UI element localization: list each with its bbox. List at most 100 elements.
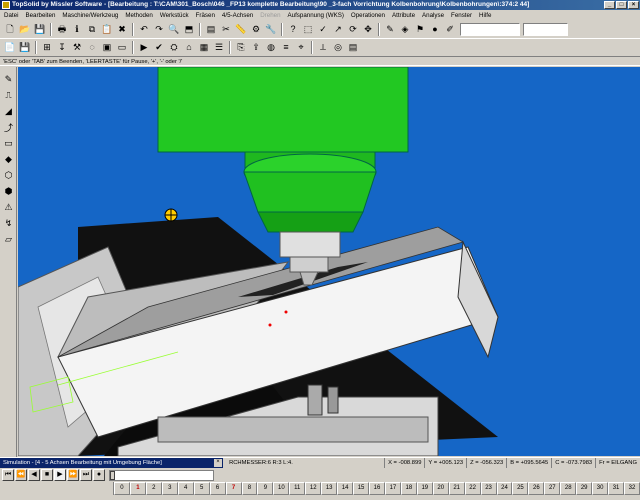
timeline-step[interactable]: 7 [225,482,242,495]
filter-icon[interactable]: ⚑ [413,22,427,36]
measure-icon[interactable]: 📏 [234,22,248,36]
step-back-button[interactable]: ◀ [28,469,40,481]
layer-combo[interactable] [460,22,520,36]
timeline-step[interactable]: 15 [353,482,369,495]
material-icon[interactable]: ◈ [398,22,412,36]
color-combo[interactable] [523,22,568,36]
menu-item-attribute[interactable]: Attribute [392,12,415,19]
timeline-step[interactable]: 9 [257,482,274,495]
select-icon[interactable]: ⬚ [301,22,315,36]
simulation-close-button[interactable]: × [214,459,223,467]
menu-item-datei[interactable]: Datei [4,12,18,19]
rotate-icon[interactable]: ⟳ [346,22,360,36]
op2-tool-icon[interactable]: ⬢ [1,184,16,199]
view-icon[interactable]: ⬒ [182,22,196,36]
simulation-window-title[interactable]: Simulation - [4 - 5 Achsen Bearbeitung m… [0,458,224,468]
undo-icon[interactable]: ↶ [137,22,151,36]
timeline-step[interactable]: 29 [576,482,593,495]
timeline-step[interactable]: 6 [209,482,226,495]
operation-icon[interactable]: ⊞ [40,40,54,54]
timeline-step[interactable]: 18 [400,482,417,495]
settings-icon[interactable]: ⚙ [249,22,263,36]
last-step-button[interactable]: ⏭ [80,469,92,481]
paste-icon[interactable]: 📋 [100,22,114,36]
menu-item-aufspannung-wks-[interactable]: Aufspannung (WKS) [288,12,344,19]
timeline-step[interactable]: 13 [321,482,338,495]
fast-forward-button[interactable]: ⏩ [67,469,79,481]
setup-icon[interactable]: ⌖ [294,40,308,54]
menu-item-hilfe[interactable]: Hilfe [479,12,491,19]
simulate-icon[interactable]: ▶ [137,40,151,54]
line-tool-icon[interactable]: ⎍ [1,88,16,103]
menu-item-fr-sen[interactable]: Fräsen [196,12,215,19]
drill-icon[interactable]: ↧ [55,40,69,54]
timeline-step[interactable]: 2 [145,482,162,495]
curve-tool-icon[interactable]: ⤴ [1,120,16,135]
first-step-button[interactable]: ⏮ [2,469,14,481]
pan-icon[interactable]: ✥ [361,22,375,36]
rewind-button[interactable]: ⏪ [15,469,27,481]
menu-item-operationen[interactable]: Operationen [351,12,385,19]
timeline-step[interactable]: 24 [496,482,513,495]
timeline-step[interactable]: 27 [544,482,561,495]
face-icon[interactable]: ▭ [115,40,129,54]
save-doc-icon[interactable]: 💾 [18,40,32,54]
surface-tool-icon[interactable]: ◆ [1,152,16,167]
maximize-button[interactable]: □ [616,1,627,9]
menu-item-bearbeiten[interactable]: Bearbeiten [25,12,55,19]
arrow-icon[interactable]: ↗ [331,22,345,36]
timeline-step[interactable]: 32 [624,482,640,495]
path-tool-icon[interactable]: ↯ [1,216,16,231]
op-tool-icon[interactable]: ⬡ [1,168,16,183]
open-doc-icon[interactable]: 📄 [3,40,17,54]
color-icon[interactable]: ● [428,22,442,36]
info-icon[interactable]: ℹ [70,22,84,36]
report-icon[interactable]: ≡ [279,40,293,54]
timeline-step[interactable]: 5 [193,482,210,495]
timeline-step[interactable]: 22 [464,482,481,495]
slider-thumb[interactable] [110,470,115,480]
contour-icon[interactable]: ◌ [85,40,99,54]
help-icon[interactable]: ? [286,22,300,36]
timeline-step[interactable]: 25 [512,482,529,495]
cut-icon[interactable]: ✂ [219,22,233,36]
zoom-icon[interactable]: 🔍 [167,22,181,36]
copy-icon[interactable]: ⧉ [85,22,99,36]
new-icon[interactable]: 🗋 [3,22,17,36]
timeline-step[interactable]: 21 [448,482,465,495]
pocket-icon[interactable]: ▣ [100,40,114,54]
menu-item-drehen[interactable]: Drehen [260,12,280,19]
timeline-step[interactable]: 17 [384,482,401,495]
timeline-step[interactable]: 31 [608,482,624,495]
warning-tool-icon[interactable]: ⚠ [1,200,16,215]
timeline-step[interactable]: 0 [114,482,130,495]
pen-icon[interactable]: ✐ [443,22,457,36]
3d-viewport[interactable] [18,67,640,456]
program-icon[interactable]: ⎘ [234,40,248,54]
open-icon[interactable]: 📂 [18,22,32,36]
edit-icon[interactable]: ✎ [383,22,397,36]
sketch-tool-icon[interactable]: ✎ [1,72,16,87]
play-button[interactable]: ▶ [54,469,66,481]
tool-list-icon[interactable]: ☰ [212,40,226,54]
menu-item-4-5-achsen[interactable]: 4/5-Achsen [222,12,253,19]
machine-icon[interactable]: ⛭ [167,40,181,54]
stop-button[interactable]: ■ [41,469,53,481]
timeline-step[interactable]: 3 [161,482,178,495]
mill-icon[interactable]: ⚒ [70,40,84,54]
timeline-step[interactable]: 20 [432,482,449,495]
pick-icon[interactable]: ✓ [316,22,330,36]
timeline-step[interactable]: 16 [369,482,385,495]
layer-icon[interactable]: ▤ [204,22,218,36]
solid-tool-icon[interactable]: ▭ [1,136,16,151]
timeline-step[interactable]: 12 [305,482,322,495]
simulation-speed-slider[interactable] [109,469,214,481]
window-titlebar[interactable]: TopSolid by Missler Software - [Bearbeit… [0,0,640,10]
shape-tool-icon[interactable]: ◢ [1,104,16,119]
delete-icon[interactable]: ✖ [115,22,129,36]
timeline-step[interactable]: 26 [528,482,545,495]
timeline-step[interactable]: 10 [273,482,290,495]
menu-item-maschine-werkzeug[interactable]: Maschine/Werkzeug [62,12,118,19]
axes-icon[interactable]: ⟂ [316,40,330,54]
frame-tool-icon[interactable]: ▱ [1,232,16,247]
